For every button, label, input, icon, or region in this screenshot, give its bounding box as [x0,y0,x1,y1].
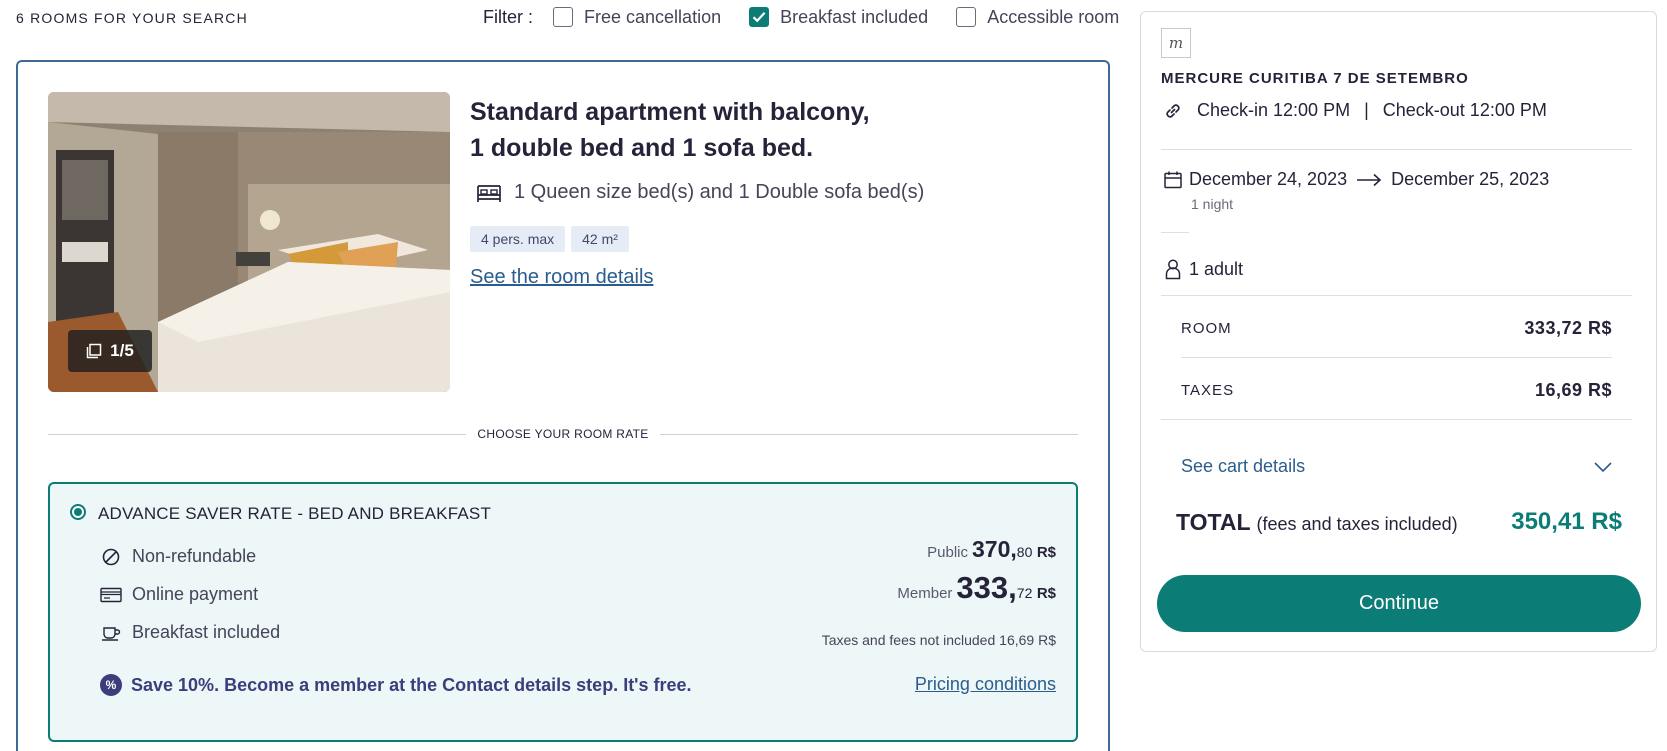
link-icon [1163,101,1183,121]
feature-label: Breakfast included [132,622,281,642]
room-price-label: ROOM [1181,319,1232,337]
filter-breakfast-included[interactable]: Breakfast included [749,7,928,28]
gallery-counter[interactable]: 1/5 [68,330,152,372]
room-card: 1/5 Standard apartment with balcony, 1 d… [16,60,1110,751]
bed-icon [476,182,502,204]
checkout-time: Check-out 12:00 PM [1382,100,1547,120]
accessible-room-checkbox[interactable] [956,7,977,27]
promo-text: Save 10%. Become a member at the Contact… [131,674,692,695]
non-refundable-icon [100,548,122,566]
summary-divider [1161,295,1632,296]
room-photo[interactable]: 1/5 [48,92,450,392]
filter-option-label: Breakfast included [780,6,929,27]
cart-details-label: See cart details [1181,456,1306,476]
member-price-label: Member [897,585,953,602]
booking-summary: m MERCURE CURITIBA 7 DE SETEMBRO Check-i… [1140,11,1657,652]
gallery-icon [86,343,102,359]
calendar-icon [1163,170,1183,190]
summary-divider-short [1161,232,1189,233]
area-tag: 42 m² [571,226,629,252]
checkin-checkout: Check-in 12:00 PM | Check-out 12:00 PM [1163,100,1547,121]
taxes-note-int: 16 [999,632,1015,648]
results-count: 6 ROOMS FOR YOUR SEARCH [16,10,248,26]
member-price: Member 333,72 R$ [897,570,1056,606]
feature-label: Online payment [132,584,259,604]
public-price-currency: R$ [1036,544,1056,561]
total-row: TOTAL (fees and taxes included) 350,41 R$ [1176,508,1622,536]
rate-name: ADVANCE SAVER RATE - BED AND BREAKFAST [98,504,492,523]
room-details-link[interactable]: See the room details [470,266,653,289]
filter-option-label: Accessible room [987,6,1120,27]
checkin-separator: | [1364,100,1369,120]
feature-breakfast-included: Breakfast included [100,622,280,643]
gallery-counter-text: 1/5 [110,341,134,360]
taxes-note-currency: R$ [1038,632,1056,648]
arrow-right-icon [1356,173,1382,187]
room-title: Standard apartment with balcony, 1 doubl… [470,94,890,166]
total-label: TOTAL [1176,508,1251,535]
choose-rate-label: CHOOSE YOUR ROOM RATE [477,427,649,441]
stay-dates: December 24, 2023 December 25, 2023 [1163,169,1549,190]
summary-divider [1161,149,1632,150]
feature-label: Non-refundable [132,546,257,566]
public-price-cents: 80 [1016,544,1033,560]
summary-divider [1181,357,1612,358]
person-icon [1163,258,1183,280]
feature-non-refundable: Non-refundable [100,546,256,567]
checkin-time: Check-in 12:00 PM [1197,100,1351,120]
guests: 1 adult [1163,258,1243,280]
summary-divider [1161,419,1632,420]
taxes-row: TAXES 16,69 R$ [1181,370,1612,410]
taxes-note-prefix: Taxes and fees not included [821,632,996,648]
nights-count: 1 night [1191,196,1234,212]
rate-radio[interactable] [70,504,86,520]
taxes-note-cents: 69 [1018,632,1035,648]
feature-online-payment: Online payment [100,584,258,605]
member-price-cents: 72 [1016,585,1033,601]
room-price-row: ROOM 333,72 R$ [1181,308,1612,348]
public-price-int: 370 [972,536,1011,562]
member-price-currency: R$ [1036,585,1056,602]
taxes-label: TAXES [1181,381,1235,399]
bed-info: 1 Queen size bed(s) and 1 Double sofa be… [476,181,924,204]
free-cancellation-checkbox[interactable] [553,7,574,27]
public-price: Public 370,80 R$ [927,536,1056,563]
filter-label: Filter : [483,6,534,27]
room-title-line-1: Standard apartment with balcony, [470,98,870,126]
filter-accessible-room[interactable]: Accessible room [956,7,1119,28]
hotel-logo: m [1161,28,1191,58]
date-from: December 24, 2023 [1189,169,1348,189]
credit-card-icon [100,587,122,603]
member-promo: % Save 10%. Become a member at the Conta… [100,674,692,696]
capacity-tag: 4 pers. max [470,226,566,252]
hotel-name: MERCURE CURITIBA 7 DE SETEMBRO [1161,70,1469,87]
continue-button[interactable]: Continue [1157,575,1641,632]
rate-option[interactable]: ADVANCE SAVER RATE - BED AND BREAKFAST N… [48,482,1078,742]
taxes-note: Taxes and fees not included 16,69 R$ [822,632,1056,648]
filter-free-cancellation[interactable]: Free cancellation [553,7,721,28]
date-to: December 25, 2023 [1391,169,1550,189]
coffee-cup-icon [100,625,122,641]
taxes-value: 16,69 R$ [1534,379,1612,400]
cart-details-toggle[interactable]: See cart details [1181,456,1612,477]
room-title-line-2: 1 double bed and 1 sofa bed. [470,134,814,162]
filter-option-label: Free cancellation [584,6,722,27]
member-price-int: 333 [956,570,1009,605]
room-tags: 4 pers. max 42 m² [470,226,629,252]
pricing-conditions-link[interactable]: Pricing conditions [915,674,1056,695]
chevron-down-icon [1594,461,1612,472]
breakfast-included-checkbox[interactable] [749,7,770,27]
percent-icon: % [100,674,122,696]
bed-info-text: 1 Queen size bed(s) and 1 Double sofa be… [514,181,925,203]
choose-rate-divider: CHOOSE YOUR ROOM RATE [48,426,1078,442]
total-price: 350,41 R$ [1511,508,1622,535]
public-price-label: Public [927,544,969,561]
room-price-value: 333,72 R$ [1524,317,1612,338]
checkmark-icon [752,12,766,23]
guests-count: 1 adult [1189,258,1244,279]
total-note: (fees and taxes included) [1256,513,1458,534]
member-price-separator: , [1008,570,1017,605]
filter-bar: Filter : Free cancellation Breakfast inc… [483,4,1119,30]
